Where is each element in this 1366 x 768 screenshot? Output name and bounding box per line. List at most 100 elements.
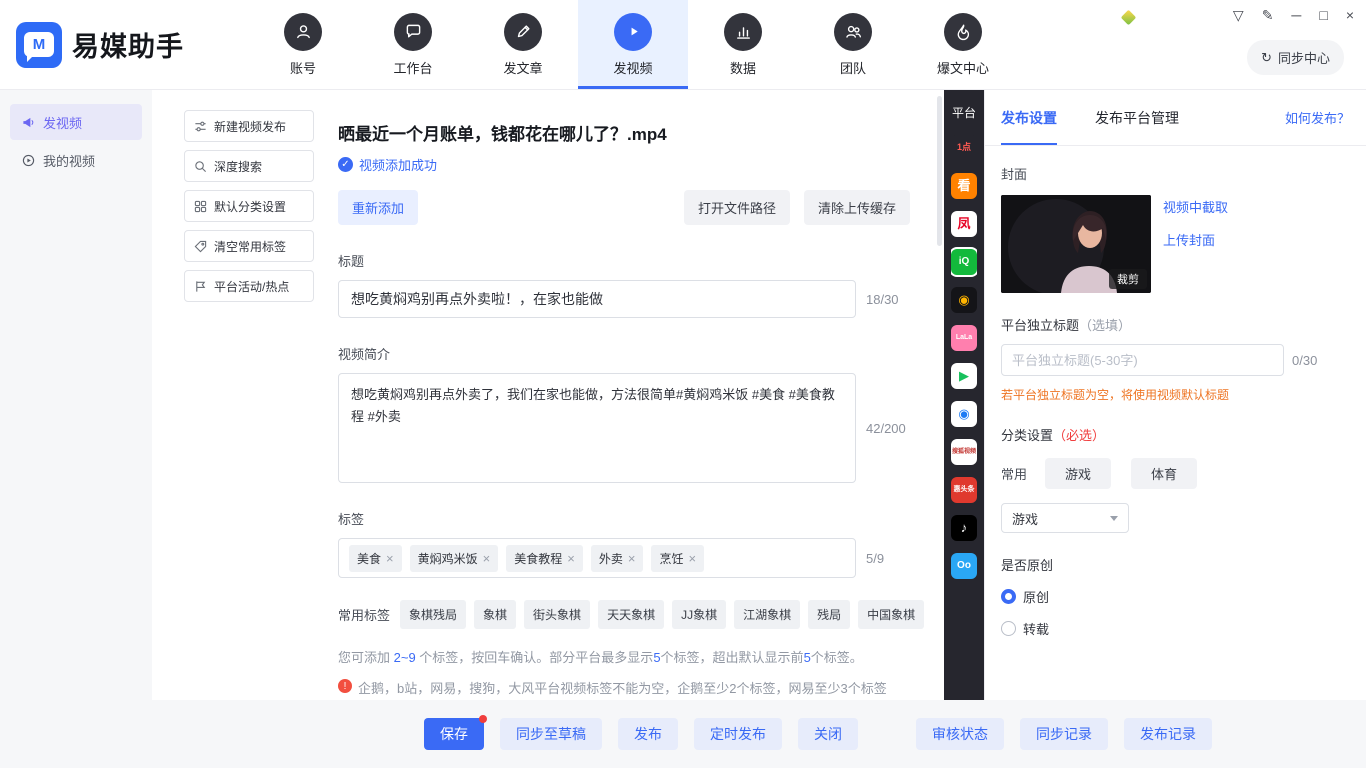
- right-panel-tabs: 发布设置 发布平台管理 如何发布？: [985, 90, 1366, 146]
- readd-video-button[interactable]: 重新添加: [338, 190, 418, 225]
- tag-remove-icon[interactable]: ×: [483, 552, 491, 565]
- tag-chip: 黄焖鸡米饭×: [410, 545, 499, 572]
- independent-title-label: 平台独立标题（选填）: [1001, 315, 1350, 334]
- independent-title-input[interactable]: [1001, 344, 1284, 376]
- sync-to-draft-button[interactable]: 同步至草稿: [500, 718, 602, 750]
- tool-button-label: 清空常用标签: [214, 238, 286, 255]
- common-tag[interactable]: 街头象棋: [524, 600, 590, 629]
- platform-label: 平台: [952, 104, 976, 121]
- scrollbar[interactable]: [937, 96, 942, 246]
- nav-label: 发视频: [613, 58, 652, 77]
- right-panel: 发布设置 发布平台管理 如何发布？ 封面 裁剪: [984, 90, 1366, 700]
- tags-box[interactable]: 美食×黄焖鸡米饭×美食教程×外卖×烹饪×: [338, 538, 856, 578]
- capture-from-video-link[interactable]: 视频中截取: [1163, 197, 1228, 216]
- how-to-publish-link[interactable]: 如何发布？: [1285, 108, 1350, 127]
- publish-record-button[interactable]: 发布记录: [1124, 718, 1212, 750]
- desc-count: 42/200: [866, 421, 906, 436]
- grid-icon: [194, 200, 207, 213]
- schedule-publish-button[interactable]: 定时发布: [694, 718, 782, 750]
- radio-repost[interactable]: 转载: [1001, 619, 1350, 638]
- desc-textarea[interactable]: [338, 373, 856, 483]
- deep-search-button[interactable]: 深度搜索: [184, 150, 314, 182]
- nav-item-account[interactable]: 账号: [248, 0, 358, 89]
- radio-original[interactable]: 原创: [1001, 587, 1350, 606]
- repost-option-label: 转载: [1023, 619, 1049, 638]
- close-button[interactable]: 关闭: [798, 718, 858, 750]
- crop-button[interactable]: 裁剪: [1109, 269, 1147, 289]
- platform-icon-douyin[interactable]: ♪: [951, 515, 977, 541]
- platform-icon-sohu-video[interactable]: 搜狐视频: [951, 439, 977, 465]
- close-icon[interactable]: ×: [1346, 8, 1354, 22]
- nav-item-team[interactable]: 团队: [798, 0, 908, 89]
- common-tags-label: 常用标签: [338, 605, 390, 624]
- radio-selected-icon[interactable]: [1001, 589, 1016, 604]
- save-button[interactable]: 保存: [424, 718, 484, 750]
- sidebar-item-label: 我的视频: [43, 151, 95, 170]
- category-label: 分类设置（必选）: [1001, 425, 1350, 444]
- nav-item-data[interactable]: 数据: [688, 0, 798, 89]
- upload-cover-link[interactable]: 上传封面: [1163, 230, 1228, 249]
- tool-button-label: 深度搜索: [214, 158, 262, 175]
- chevron-down-icon: [1110, 516, 1118, 521]
- common-tag[interactable]: 江湖象棋: [734, 600, 800, 629]
- app-logo: M: [16, 22, 62, 68]
- common-tag[interactable]: 中国象棋: [858, 600, 924, 629]
- platform-icon-dafenghao[interactable]: 凤: [951, 211, 977, 237]
- platform-icon-blue-play[interactable]: ◉: [951, 401, 977, 427]
- common-tag[interactable]: 象棋: [474, 600, 516, 629]
- maximize-icon[interactable]: □: [1319, 8, 1327, 22]
- platform-icon-lala[interactable]: LaLa: [951, 325, 977, 351]
- tag-remove-icon[interactable]: ×: [567, 552, 575, 565]
- title-input[interactable]: [338, 280, 856, 318]
- optional-tag: （选填）: [1079, 318, 1131, 333]
- tag-label: 烹饪: [659, 550, 683, 567]
- sidebar-item-my-videos[interactable]: 我的视频: [10, 142, 142, 178]
- nav-item-workbench[interactable]: 工作台: [358, 0, 468, 89]
- minimize-icon[interactable]: ─: [1291, 8, 1301, 22]
- common-tag[interactable]: JJ象棋: [672, 600, 726, 629]
- category-select[interactable]: 游戏: [1001, 503, 1129, 533]
- radio-unselected-icon[interactable]: [1001, 621, 1016, 636]
- platform-icon-haokan-video[interactable]: 看: [951, 173, 977, 199]
- tab-publish-settings[interactable]: 发布设置: [1001, 90, 1057, 145]
- platform-icon-iqiyi[interactable]: iQ: [951, 249, 977, 275]
- category-quick-button[interactable]: 游戏: [1045, 458, 1111, 489]
- sidebar-item-publish-video[interactable]: 发视频: [10, 104, 142, 140]
- window-controls: ▽ ✎ ─ □ ×: [1233, 8, 1354, 22]
- filter-icon[interactable]: ▽: [1233, 8, 1244, 22]
- default-category-button[interactable]: 默认分类设置: [184, 190, 314, 222]
- sync-record-button[interactable]: 同步记录: [1020, 718, 1108, 750]
- publish-button[interactable]: 发布: [618, 718, 678, 750]
- common-tag[interactable]: 残局: [808, 600, 850, 629]
- new-video-publish-button[interactable]: 新建视频发布: [184, 110, 314, 142]
- nav-item-publish-article[interactable]: 发文章: [468, 0, 578, 89]
- clear-upload-cache-button[interactable]: 清除上传缓存: [804, 190, 910, 225]
- common-tag[interactable]: 天天象棋: [598, 600, 664, 629]
- footer: 保存同步至草稿发布定时发布关闭 审核状态同步记录发布记录: [0, 700, 1366, 768]
- plugin-icon[interactable]: [1121, 10, 1137, 26]
- nav-item-hot-center[interactable]: 爆文中心: [908, 0, 1018, 89]
- platform-icon-weishi[interactable]: Oo: [951, 553, 977, 579]
- tag-remove-icon[interactable]: ×: [628, 552, 636, 565]
- status-text: 视频添加成功: [359, 155, 437, 174]
- nav-label: 数据: [730, 58, 756, 77]
- platform-icon-xinlang-kandian[interactable]: ◉: [951, 287, 977, 313]
- tab-platform-manage[interactable]: 发布平台管理: [1095, 90, 1179, 145]
- tag-remove-icon[interactable]: ×: [386, 552, 394, 565]
- logo-bubble-icon: M: [24, 32, 54, 57]
- nav-item-publish-video[interactable]: 发视频: [578, 0, 688, 89]
- common-tag[interactable]: 象棋残局: [400, 600, 466, 629]
- clear-common-tags-button[interactable]: 清空常用标签: [184, 230, 314, 262]
- platform-icon-huitoutiao[interactable]: 惠头条: [951, 477, 977, 503]
- edit-icon[interactable]: ✎: [1262, 8, 1274, 22]
- cover-thumbnail[interactable]: 裁剪: [1001, 195, 1151, 293]
- tag-remove-icon[interactable]: ×: [688, 552, 696, 565]
- open-file-path-button[interactable]: 打开文件路径: [684, 190, 790, 225]
- hint-text: 5: [804, 650, 811, 665]
- sync-center-button[interactable]: ↻ 同步中心: [1247, 40, 1344, 75]
- platform-icon-green-play[interactable]: ▶: [951, 363, 977, 389]
- review-status-button[interactable]: 审核状态: [916, 718, 1004, 750]
- category-quick-button[interactable]: 体育: [1131, 458, 1197, 489]
- platform-activity-button[interactable]: 平台活动/热点: [184, 270, 314, 302]
- platform-icon-yidianhao[interactable]: 1点: [951, 135, 977, 161]
